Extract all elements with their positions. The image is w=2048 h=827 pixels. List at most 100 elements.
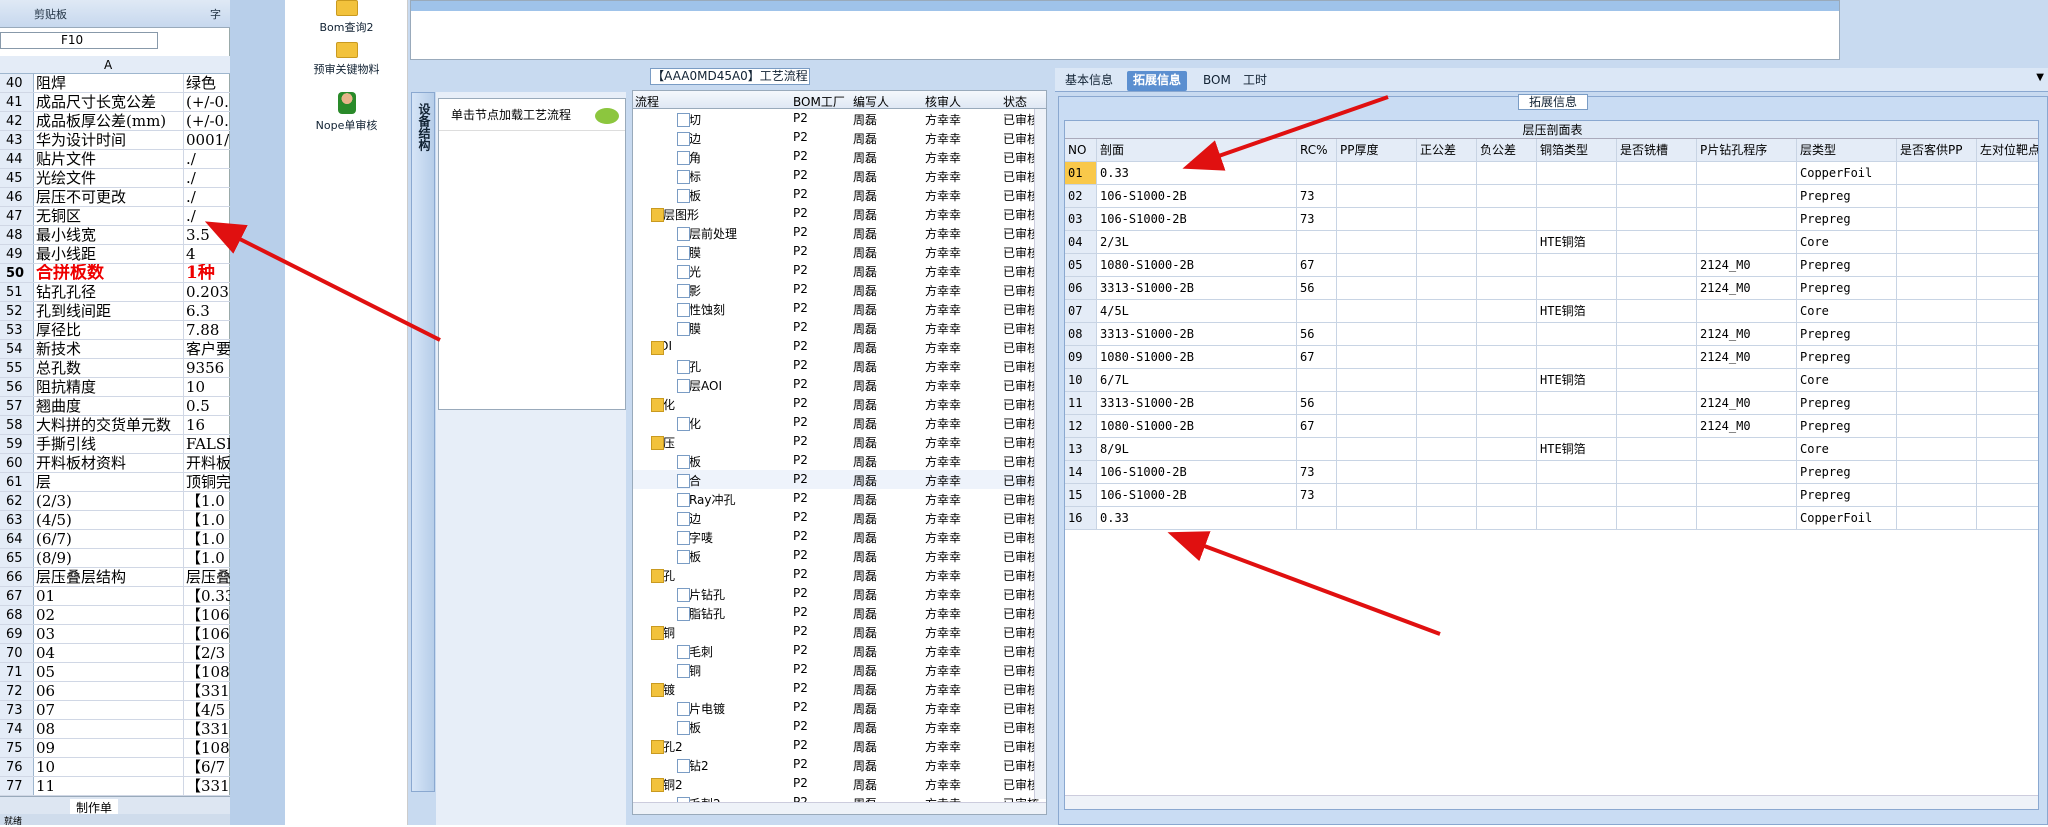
grid-cell[interactable] [1537,392,1617,414]
grid-header-cell[interactable]: 剖面 [1097,139,1297,161]
tree-node[interactable]: 棕化 [651,396,675,413]
tree-node[interactable]: 沉铜 [651,624,675,641]
grid-cell[interactable]: 3313-S1000-2B [1097,392,1297,414]
tree-node[interactable]: 压合 [677,472,701,489]
tree-row[interactable]: 打字唛 P2 周磊 方幸幸 已审核 [633,527,1046,546]
grid-cell[interactable]: 2124_M0 [1697,392,1797,414]
grid-cell[interactable]: Prepreg [1797,392,1897,414]
row-number[interactable]: 43 [0,131,34,149]
cell-b[interactable]: 【331 [186,682,230,700]
grid-cell[interactable] [1977,185,2038,207]
grid-cell[interactable] [1337,438,1417,460]
grid-cell[interactable] [1417,277,1477,299]
grid-cell[interactable] [1337,300,1417,322]
cell-a[interactable]: 阻焊 [36,74,184,92]
cell-a[interactable]: 08 [36,720,184,738]
grid-cell[interactable] [1417,507,1477,529]
cell-b[interactable]: ./ [186,169,230,187]
row-number[interactable]: 54 [0,340,34,358]
grid-cell[interactable]: Core [1797,300,1897,322]
grid-cell[interactable] [1697,484,1797,506]
tree-col-factory[interactable]: BOM工厂 [793,93,845,110]
grid-row[interactable]: 01 0.33 CopperFoil [1065,162,2038,185]
grid-cell[interactable] [1537,461,1617,483]
grid-cell[interactable] [1297,438,1337,460]
row-number[interactable]: 64 [0,530,34,548]
tree-node[interactable]: 冲孔 [677,358,701,375]
tree-node[interactable]: AOI [651,339,672,355]
row-number[interactable]: 40 [0,74,34,92]
grid-header-cell[interactable]: 左对位靶点 [1977,139,2038,161]
grid-cell[interactable]: Prepreg [1797,484,1897,506]
row-number[interactable]: 69 [0,625,34,643]
grid-cell[interactable] [1337,507,1417,529]
tree-col-flow[interactable]: 流程 [635,93,659,110]
grid-row-number[interactable]: 14 [1065,461,1097,483]
grid-cell[interactable] [1977,323,2038,345]
tree-row[interactable]: 冲孔P2周磊方幸幸已审核 [633,356,1046,375]
grid-row-number[interactable]: 06 [1065,277,1097,299]
tree-row[interactable]: 钻孔2 P2 周磊 方幸幸 已审核 [633,736,1046,755]
cell-b[interactable]: 【331 [186,777,230,795]
grid-cell[interactable] [1537,323,1617,345]
cell-a[interactable]: 09 [36,739,184,757]
grid-cell[interactable]: Core [1797,438,1897,460]
grid-cell[interactable]: 106-S1000-2B [1097,208,1297,230]
tree-node[interactable]: 沉铜2 [651,776,683,793]
cell-b[interactable]: ./ [186,150,230,168]
cell-b[interactable]: FALSE [186,435,230,453]
excel-row[interactable]: 47 无铜区 ./ [0,207,230,226]
cell-b[interactable]: (+/-0. [186,93,230,111]
cell-a[interactable]: 06 [36,682,184,700]
grid-row-number[interactable]: 12 [1065,415,1097,437]
grid-cell[interactable]: 73 [1297,461,1337,483]
grid-cell[interactable] [1617,277,1697,299]
grid-cell[interactable] [1617,208,1697,230]
excel-row[interactable]: 75 09 【108 [0,739,230,758]
grid-cell[interactable]: 106-S1000-2B [1097,484,1297,506]
tree-node[interactable]: 内层AOI [677,377,722,394]
cell-b[interactable]: (+/-0. [186,112,230,130]
grid-cell[interactable] [1537,162,1617,184]
nav-item-bom-query[interactable]: Bom查询2 [285,0,408,35]
ribbon-group-font[interactable]: 字 [210,6,221,22]
row-number[interactable]: 68 [0,606,34,624]
cell-a[interactable]: 无铜区 [36,207,184,225]
grid-cell[interactable] [1537,346,1617,368]
grid-cell[interactable] [1617,438,1697,460]
grid-cell[interactable] [1537,254,1617,276]
grid-cell[interactable] [1537,507,1617,529]
cell-a[interactable]: 开料板材资料 [36,454,184,472]
cell-a[interactable]: 04 [36,644,184,662]
cell-a[interactable]: 厚径比 [36,321,184,339]
grid-cell[interactable] [1897,461,1977,483]
grid-cell[interactable]: 1080-S1000-2B [1097,415,1297,437]
grid-row-number[interactable]: 03 [1065,208,1097,230]
grid-cell[interactable] [1417,438,1477,460]
grid-cell[interactable] [1697,208,1797,230]
grid-row-number[interactable]: 04 [1065,231,1097,253]
excel-row[interactable]: 69 03 【106 [0,625,230,644]
grid-row[interactable]: 07 4/5L HTE铜箔 Core [1065,300,2038,323]
excel-row[interactable]: 73 07 【4/5 [0,701,230,720]
grid-cell[interactable] [1617,231,1697,253]
grid-cell[interactable] [1897,438,1977,460]
tree-row[interactable]: 层压P2周磊方幸幸已审核 [633,432,1046,451]
grid-row-number[interactable]: 13 [1065,438,1097,460]
grid-cell[interactable]: 56 [1297,323,1337,345]
tree-row[interactable]: 内层图形 P2 周磊 方幸幸 已审核 [633,204,1046,223]
row-number[interactable]: 60 [0,454,34,472]
grid-row[interactable]: 14 106-S1000-2B 73 Prepreg [1065,461,2038,484]
excel-row[interactable]: 65 (8/9) 【1.0 [0,549,230,568]
tree-row[interactable]: 烘板P2周磊方幸幸已审核 [633,185,1046,204]
grid-cell[interactable] [1417,461,1477,483]
grid-cell[interactable]: Prepreg [1797,254,1897,276]
tree-node[interactable]: 烘板 [677,548,701,565]
grid-header-cell[interactable]: 是否铣槽 [1617,139,1697,161]
row-number[interactable]: 47 [0,207,34,225]
grid-cell[interactable]: 73 [1297,185,1337,207]
cell-b[interactable]: 【4/5 [186,701,230,719]
cell-b[interactable]: 【2/3 [186,644,230,662]
tree-row[interactable]: 烘板P2周磊方幸幸已审核 [633,546,1046,565]
grid-cell[interactable]: Prepreg [1797,346,1897,368]
